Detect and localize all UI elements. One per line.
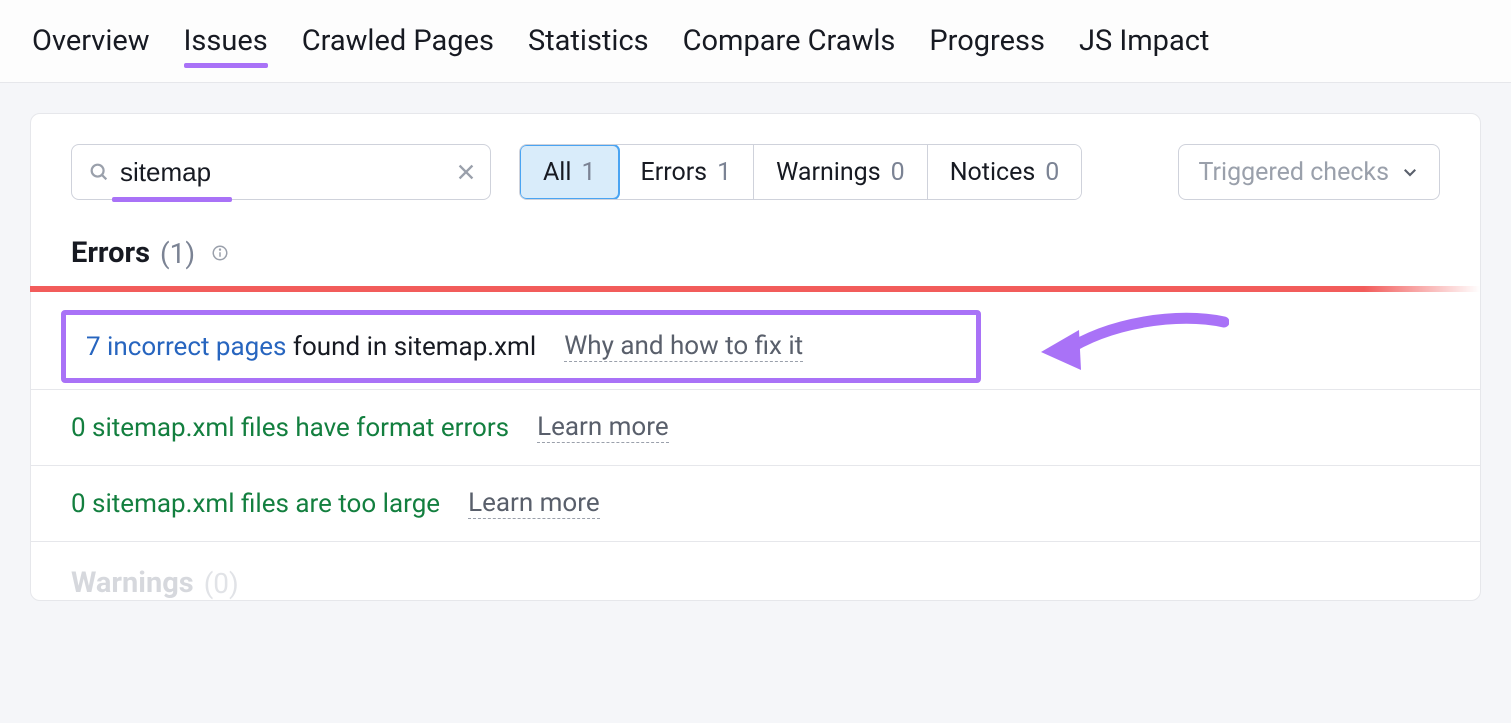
issue-link[interactable]: 0 sitemap.xml files have format errors [71,413,509,443]
learn-more-link[interactable]: Learn more [537,412,669,443]
filter-errors-label: Errors [641,158,708,187]
filter-errors[interactable]: Errors 1 [619,145,755,199]
annotation-highlight-box: 7 incorrect pages found in sitemap.xml W… [61,310,981,383]
filter-notices[interactable]: Notices 0 [928,145,1082,199]
issue-rest: found in sitemap.xml [286,332,536,362]
clear-icon[interactable] [455,161,477,183]
issue-text[interactable]: 7 incorrect pages found in sitemap.xml [86,332,536,362]
search-input-wrap[interactable] [71,144,491,200]
tab-crawled-pages[interactable]: Crawled Pages [302,24,494,64]
warnings-section-header: Warnings (0) [31,542,1480,600]
issue-row-highlighted: 7 incorrect pages found in sitemap.xml W… [31,304,1480,390]
tab-issues[interactable]: Issues [184,24,268,64]
tab-compare-crawls[interactable]: Compare Crawls [683,24,896,64]
filter-errors-count: 1 [717,158,731,187]
filter-warnings-count: 0 [891,158,905,187]
why-how-fix-link[interactable]: Why and how to fix it [564,331,803,362]
warnings-title: Warnings [71,566,194,600]
filter-all-count: 1 [581,158,595,187]
filter-warnings-label: Warnings [776,158,880,187]
filter-group: All 1 Errors 1 Warnings 0 Notices 0 [519,144,1082,200]
issue-link[interactable]: 0 sitemap.xml files are too large [71,489,440,519]
errors-title: Errors [71,236,150,270]
chevron-down-icon [1401,163,1419,181]
errors-count: (1) [160,237,195,270]
learn-more-link[interactable]: Learn more [468,488,600,519]
issue-row: 0 sitemap.xml files are too large Learn … [31,466,1480,542]
tab-js-impact[interactable]: JS Impact [1079,24,1209,64]
triggered-checks-dropdown[interactable]: Triggered checks [1178,144,1440,200]
tab-progress[interactable]: Progress [929,24,1045,64]
info-icon[interactable] [205,244,229,262]
filter-notices-label: Notices [950,158,1036,187]
annotation-underline [112,197,232,202]
search-icon [88,161,120,183]
tabs-nav: Overview Issues Crawled Pages Statistics… [0,0,1511,83]
filter-notices-count: 0 [1045,158,1059,187]
issue-link[interactable]: 7 incorrect pages [86,332,286,362]
search-input[interactable] [120,157,455,188]
warnings-count: (0) [204,567,239,600]
annotation-red-line [30,286,1480,292]
toolbar: All 1 Errors 1 Warnings 0 Notices 0 Trig… [31,144,1480,236]
issues-card: All 1 Errors 1 Warnings 0 Notices 0 Trig… [30,113,1481,601]
tab-statistics[interactable]: Statistics [528,24,649,64]
triggered-checks-label: Triggered checks [1199,158,1389,187]
annotation-arrow-icon [1029,312,1229,382]
filter-all-label: All [543,158,571,187]
filter-warnings[interactable]: Warnings 0 [754,145,928,199]
filter-all[interactable]: All 1 [519,144,620,200]
issue-row: 0 sitemap.xml files have format errors L… [31,390,1480,466]
tab-overview[interactable]: Overview [32,24,150,64]
errors-section-header: Errors (1) [31,236,1480,286]
